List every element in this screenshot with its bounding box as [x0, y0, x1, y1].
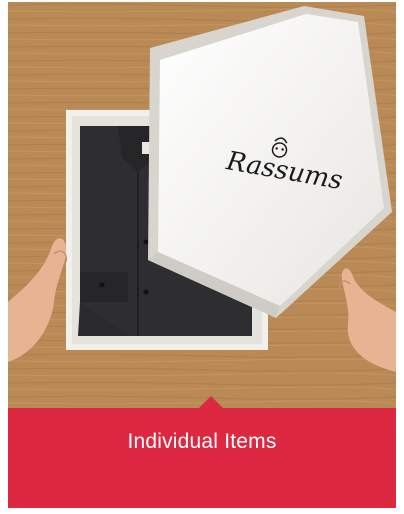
card-caption: Individual Items [127, 430, 277, 453]
caption-notch [199, 396, 223, 408]
individual-items-card[interactable]: Rassums Individual Items [8, 2, 396, 508]
caption-bar [8, 408, 396, 508]
product-photo: Rassums [8, 2, 396, 408]
